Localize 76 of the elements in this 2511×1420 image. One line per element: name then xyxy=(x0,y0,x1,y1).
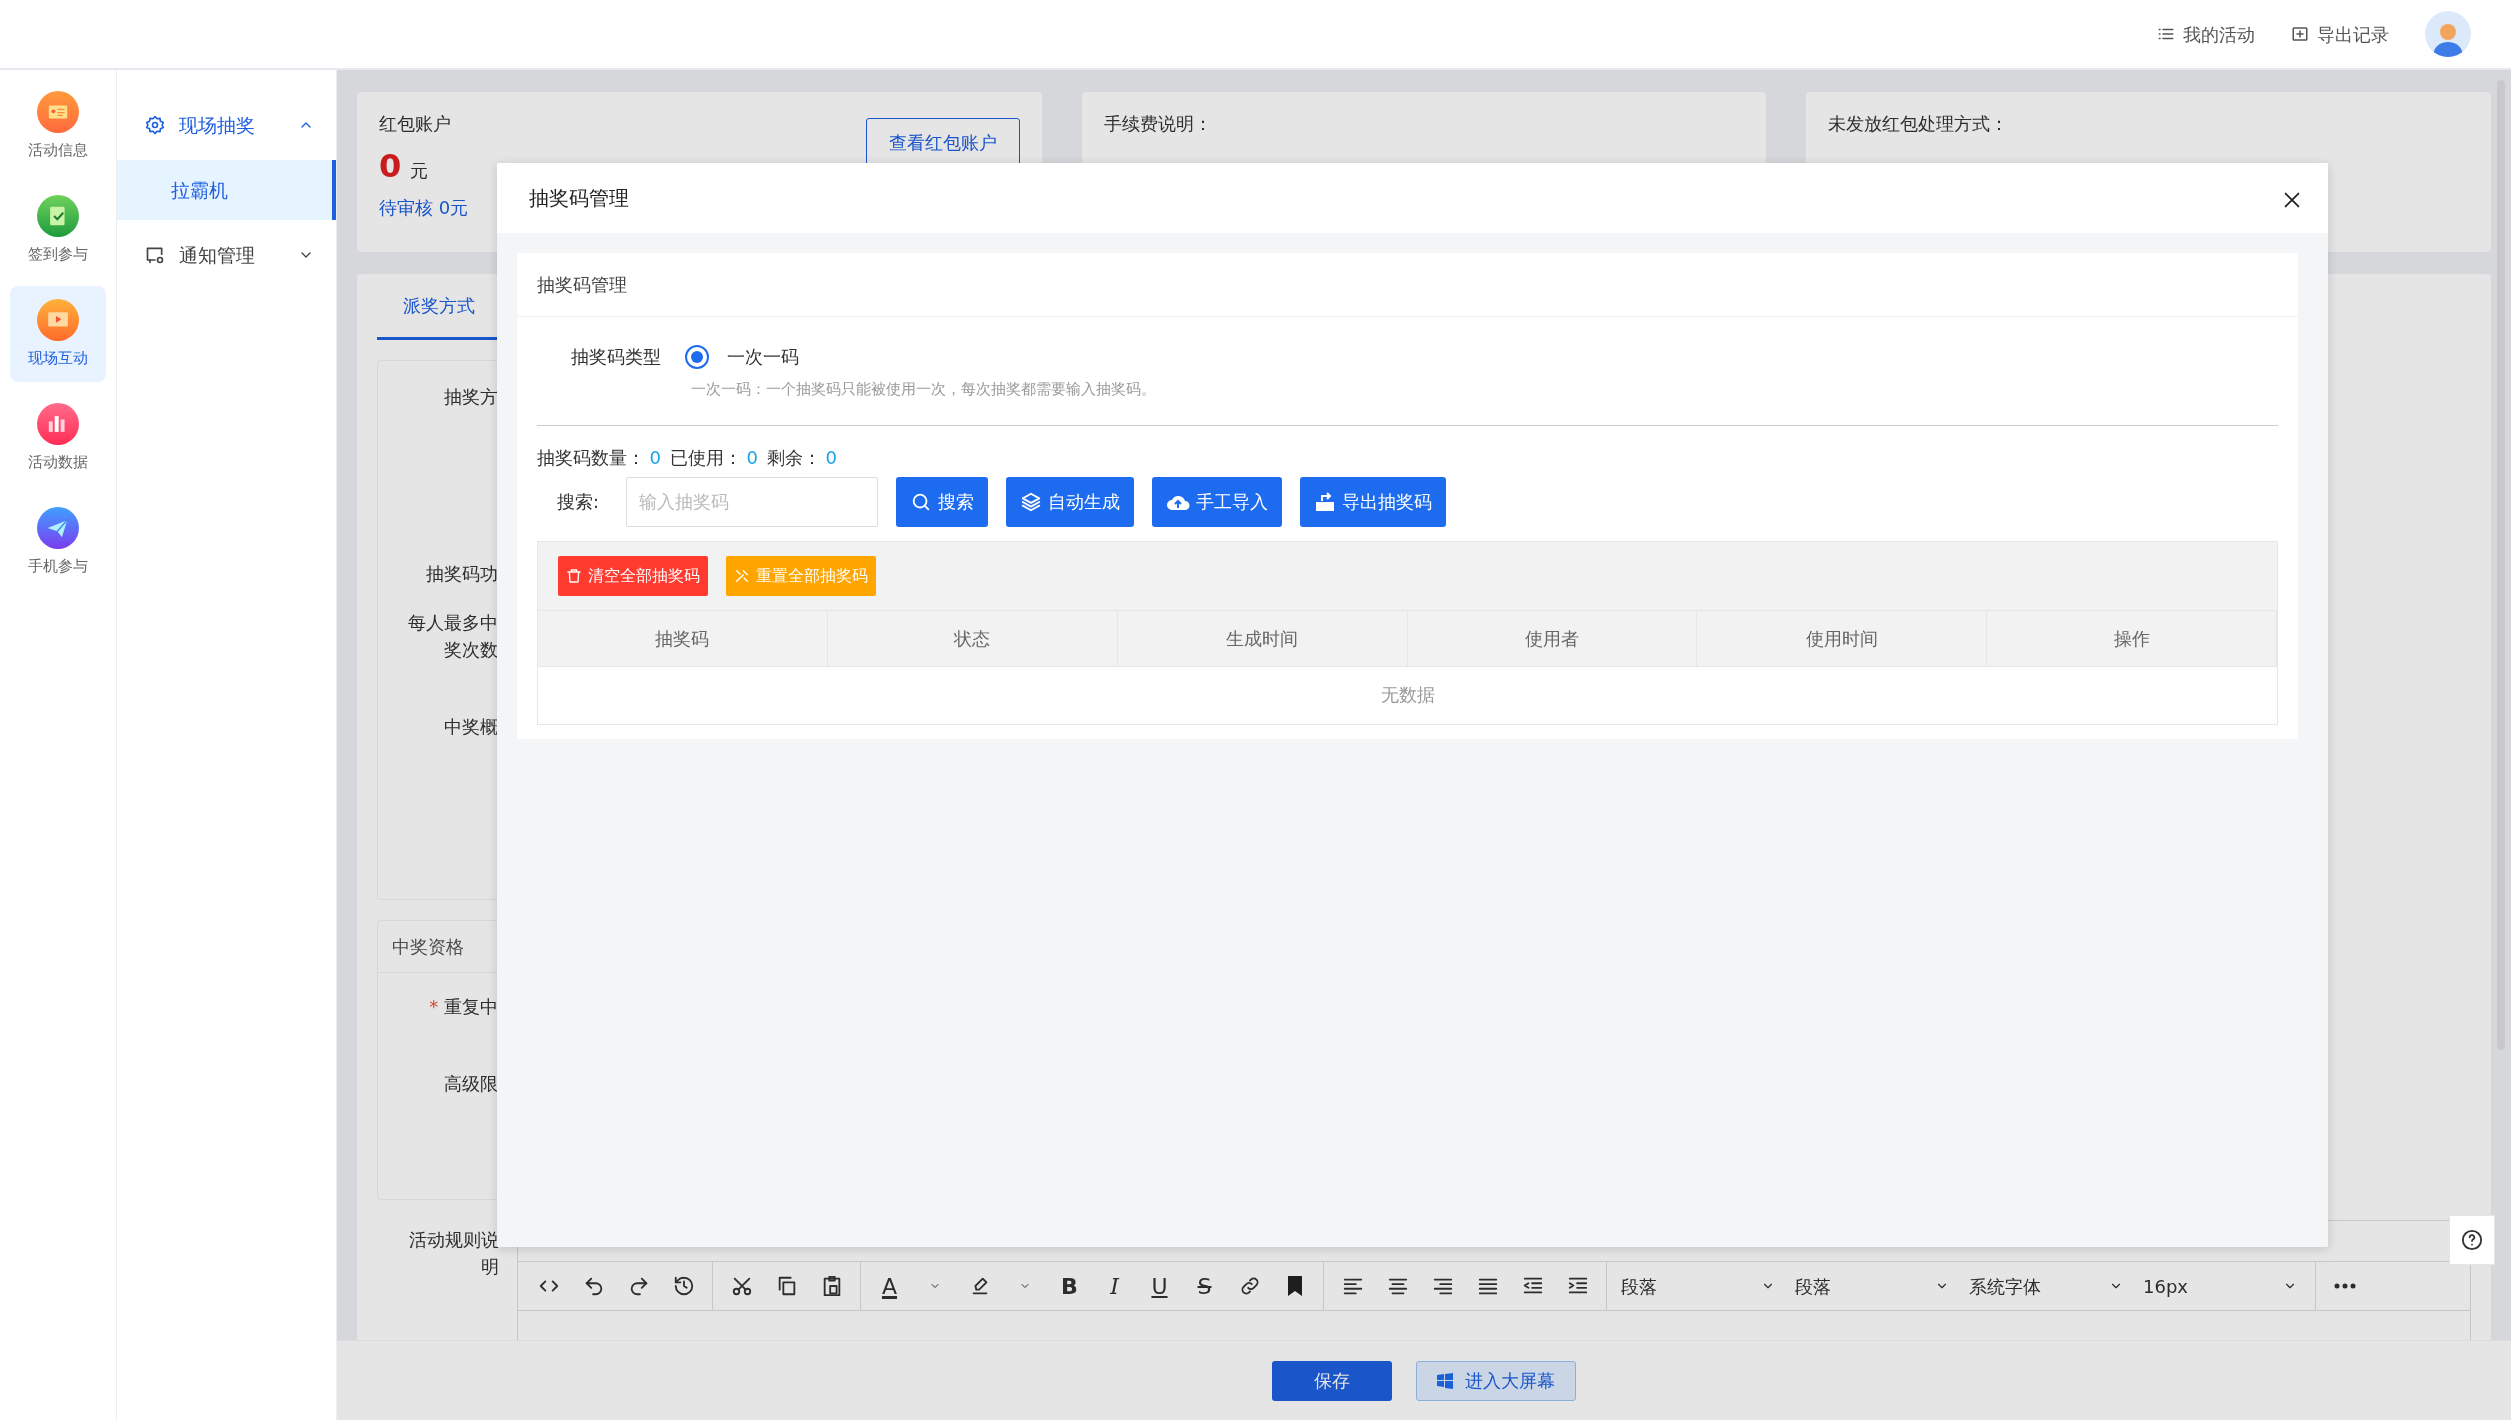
dropdown[interactable]: 段落 xyxy=(1613,1272,1787,1300)
rail-item[interactable]: 现场互动 xyxy=(10,286,106,382)
menu-group[interactable]: 通知管理 xyxy=(117,220,336,290)
count-label: 已使用： xyxy=(669,445,742,470)
action-button[interactable]: 自动生成 xyxy=(1006,476,1135,527)
field-label: 中奖概 xyxy=(444,715,498,739)
dropdown[interactable]: 16px xyxy=(2135,1272,2309,1300)
radio-option[interactable]: 一次一码 xyxy=(685,343,799,370)
column-header: 状态 xyxy=(827,610,1118,666)
field-label: 抽奖码功 xyxy=(426,562,498,586)
column-header: 抽奖码 xyxy=(538,610,828,666)
export-box-icon xyxy=(1314,490,1337,513)
format-button[interactable]: S xyxy=(1182,1266,1227,1306)
gear-icon xyxy=(145,115,165,135)
video-icon xyxy=(37,298,79,341)
avatar-icon[interactable] xyxy=(2425,11,2471,57)
radio-button[interactable] xyxy=(685,344,709,369)
search-label: 搜索: xyxy=(557,490,600,514)
trash-icon xyxy=(566,567,582,584)
empty-text: 无数据 xyxy=(1380,683,1435,705)
hint-text: 一次一码：一个抽奖码只能被使用一次，每次抽奖都需要输入抽奖码。 xyxy=(690,379,1157,400)
tools-icon xyxy=(734,567,750,584)
card-title: 抽奖码管理 xyxy=(517,253,2298,317)
column-header: 操作 xyxy=(1987,610,2277,666)
action-button[interactable]: 搜索 xyxy=(896,476,989,527)
help-icon xyxy=(2461,1229,2483,1251)
card-title: 手续费说明： xyxy=(1103,112,1213,136)
layers-icon xyxy=(1020,490,1043,513)
column-header: 生成时间 xyxy=(1117,610,1408,666)
clipboard-check-icon xyxy=(37,194,79,237)
balance-amount: 0 xyxy=(379,145,402,187)
menu-group[interactable]: 现场抽奖 xyxy=(117,90,336,160)
card-title: 红包账户 xyxy=(379,112,452,136)
action-button[interactable]: 导出抽奖码 xyxy=(1300,476,1447,527)
action-button[interactable]: 手工导入 xyxy=(1152,476,1283,527)
card-title: 未发放红包处理方式： xyxy=(1828,112,2010,136)
count-value: 0 xyxy=(825,445,837,470)
field-label: 抽奖方 xyxy=(444,385,498,409)
format-button[interactable]: A xyxy=(867,1266,912,1306)
menu-item[interactable]: 拉霸机 xyxy=(117,160,336,220)
field-label: * 重复中 xyxy=(428,995,498,1019)
field-label: 高级限 xyxy=(443,1072,498,1096)
count-label: 抽奖码数量： xyxy=(537,445,645,470)
format-button[interactable]: I xyxy=(1092,1266,1137,1306)
rail-item[interactable]: 手机参与 xyxy=(10,494,106,590)
count-label: 剩余： xyxy=(766,445,821,470)
pending-link[interactable]: 待审核 0元 xyxy=(379,194,469,221)
currency-unit: 元 xyxy=(410,158,429,183)
format-button[interactable]: B xyxy=(1047,1266,1092,1306)
dropdown[interactable]: 段落 xyxy=(1787,1272,1961,1300)
windows-icon xyxy=(1437,1372,1453,1389)
modal-title: 抽奖码管理 xyxy=(529,185,629,212)
header-link[interactable]: 导出记录 xyxy=(2291,20,2389,48)
count-value: 0 xyxy=(746,445,758,470)
field-label: 每人最多中 奖次数 xyxy=(408,611,498,662)
column-header: 使用时间 xyxy=(1697,610,1988,666)
field-label: 抽奖码类型 xyxy=(571,345,661,369)
help-button[interactable] xyxy=(2449,1215,2495,1265)
screen-gear-icon xyxy=(145,245,165,265)
header-link[interactable]: 我的活动 xyxy=(2157,20,2255,48)
rail-item[interactable]: 活动数据 xyxy=(10,390,106,486)
card-icon xyxy=(37,90,79,133)
bar-chart-icon xyxy=(37,402,79,445)
bulk-button[interactable]: 清空全部抽奖码 xyxy=(558,555,708,596)
column-header: 使用者 xyxy=(1407,610,1698,666)
field-label: 活动规则说 明 xyxy=(408,1228,499,1279)
dropdown[interactable]: 系统字体 xyxy=(1961,1272,2135,1300)
rail-item[interactable]: 活动信息 xyxy=(10,78,106,174)
paper-plane-icon xyxy=(37,506,79,549)
save-button[interactable]: 保存 xyxy=(1272,1360,1392,1401)
format-button[interactable]: U xyxy=(1137,1266,1182,1306)
search-field[interactable]: 输入抽奖码 xyxy=(626,476,879,527)
count-value: 0 xyxy=(649,445,661,470)
rail-item[interactable]: 签到参与 xyxy=(10,182,106,278)
fullscreen-button[interactable]: 进入大屏幕 xyxy=(1416,1360,1576,1401)
export-icon xyxy=(2291,25,2309,43)
